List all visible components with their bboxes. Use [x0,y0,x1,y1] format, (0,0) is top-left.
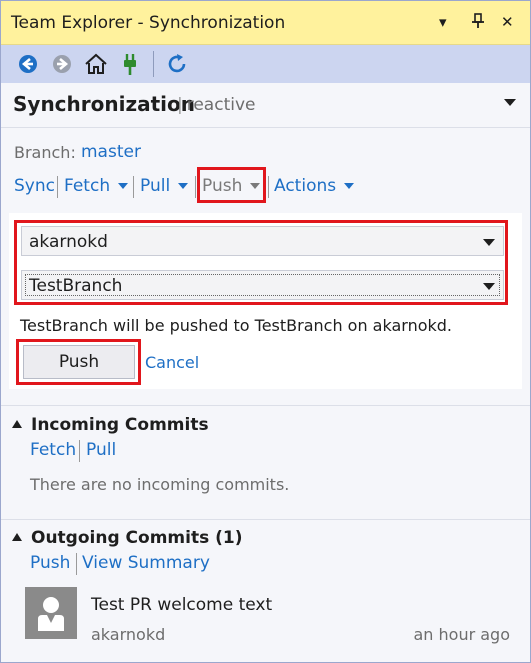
fetch-label: Fetch [64,176,111,196]
connect-button[interactable] [117,51,143,77]
incoming-fetch-link[interactable]: Fetch [30,440,76,460]
branch-label: Branch: [14,143,76,162]
pin-icon [472,13,484,28]
home-button[interactable] [83,51,109,77]
content-area: Synchronization | reactive Branch: master… [1,83,530,662]
outgoing-commits-title: Outgoing Commits (1) [31,528,243,548]
refresh-button[interactable] [164,51,190,77]
refresh-icon [168,54,186,73]
divider [1,519,530,520]
branch-name-link[interactable]: master [81,142,141,162]
commit-message[interactable]: Test PR welcome text [91,595,272,615]
incoming-commits-title: Incoming Commits [31,415,209,435]
fetch-dropdown[interactable]: Fetch [64,176,129,196]
commit-time: an hour ago [413,625,510,644]
link-separator [195,176,196,198]
push-message: TestBranch will be pushed to TestBranch … [20,316,453,335]
actions-label: Actions [274,176,337,196]
pull-dropdown[interactable]: Pull [140,176,189,196]
commit-author: akarnokd [91,625,166,644]
chevron-down-icon [344,183,355,189]
close-button[interactable]: ✕ [501,13,514,31]
actions-dropdown[interactable]: Actions [274,176,355,196]
home-icon [85,53,107,74]
incoming-pull-link[interactable]: Pull [86,440,116,460]
forward-button[interactable] [49,51,75,77]
push-highlight-box [197,167,266,203]
cancel-link[interactable]: Cancel [145,353,199,372]
collapse-triangle-icon[interactable] [12,420,22,428]
link-separator [268,176,269,198]
view-summary-link[interactable]: View Summary [82,553,210,573]
link-separator [57,176,58,198]
back-icon [19,55,37,73]
window-title: Team Explorer - Synchronization [11,13,286,33]
pin-button[interactable] [471,13,485,33]
forward-icon [53,55,71,73]
title-bar: Team Explorer - Synchronization ▾ ✕ [1,1,530,45]
connect-plug-icon [124,54,136,75]
collapse-triangle-icon[interactable] [12,533,22,541]
back-button[interactable] [15,51,41,77]
divider [1,127,530,128]
pull-label: Pull [140,176,171,196]
push-button-highlight-box [16,339,141,385]
title-separator: | [177,95,183,115]
link-separator [76,553,77,575]
page-title: Synchronization [13,92,196,116]
divider [1,405,530,406]
team-explorer-window: Team Explorer - Synchronization ▾ ✕ Sync… [0,0,531,663]
sync-link[interactable]: Sync [14,176,55,196]
window-menu-button[interactable]: ▾ [439,13,447,31]
chevron-down-icon [178,183,189,189]
link-separator [133,176,134,198]
repo-label: reactive [186,95,256,115]
repo-name: | reactive [177,95,255,115]
selects-highlight-box [14,220,508,305]
toolbar-separator [153,51,154,77]
user-icon [38,597,64,631]
no-incoming-text: There are no incoming commits. [30,475,290,494]
avatar [25,587,77,639]
toolbar [1,45,530,83]
link-separator [79,440,80,462]
chevron-down-icon [118,183,129,189]
outgoing-push-link[interactable]: Push [30,553,70,573]
page-menu-chevron-icon[interactable] [504,99,516,106]
